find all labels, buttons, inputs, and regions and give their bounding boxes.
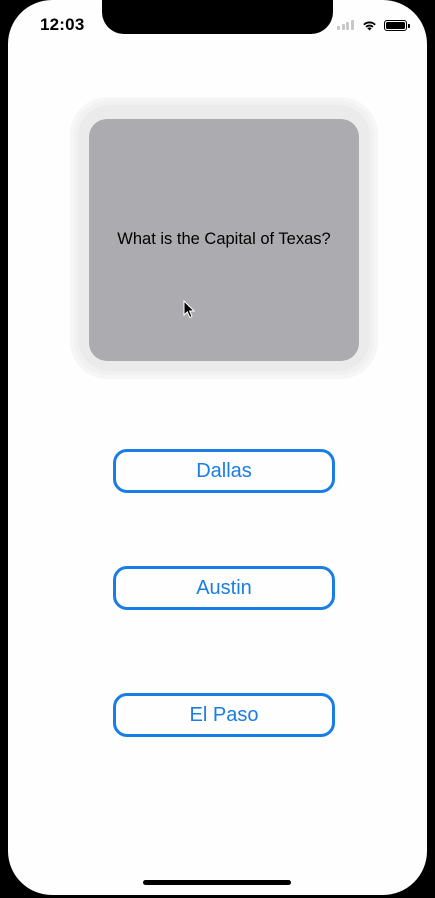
answer-button-el-paso[interactable]: El Paso xyxy=(113,693,335,737)
status-bar-time: 12:03 xyxy=(40,15,85,34)
mouse-pointer-icon xyxy=(183,299,196,324)
app-screen: 12:03 What is the Capital of Texas? Dall… xyxy=(8,0,427,895)
flashcard-question: What is the Capital of Texas? xyxy=(117,229,331,248)
device-frame: 12:03 What is the Capital of Texas? Dall… xyxy=(0,0,435,898)
status-bar-icons xyxy=(337,17,410,33)
answer-button-austin[interactable]: Austin xyxy=(113,566,335,610)
battery-icon xyxy=(384,19,410,31)
battery-level xyxy=(386,21,405,29)
device-notch xyxy=(102,0,333,34)
home-indicator[interactable] xyxy=(143,880,291,885)
answer-button-dallas[interactable]: Dallas xyxy=(113,449,335,493)
wifi-icon xyxy=(362,20,384,31)
cellular-signal-icon xyxy=(337,20,355,30)
flashcard[interactable]: What is the Capital of Texas? xyxy=(89,119,359,361)
